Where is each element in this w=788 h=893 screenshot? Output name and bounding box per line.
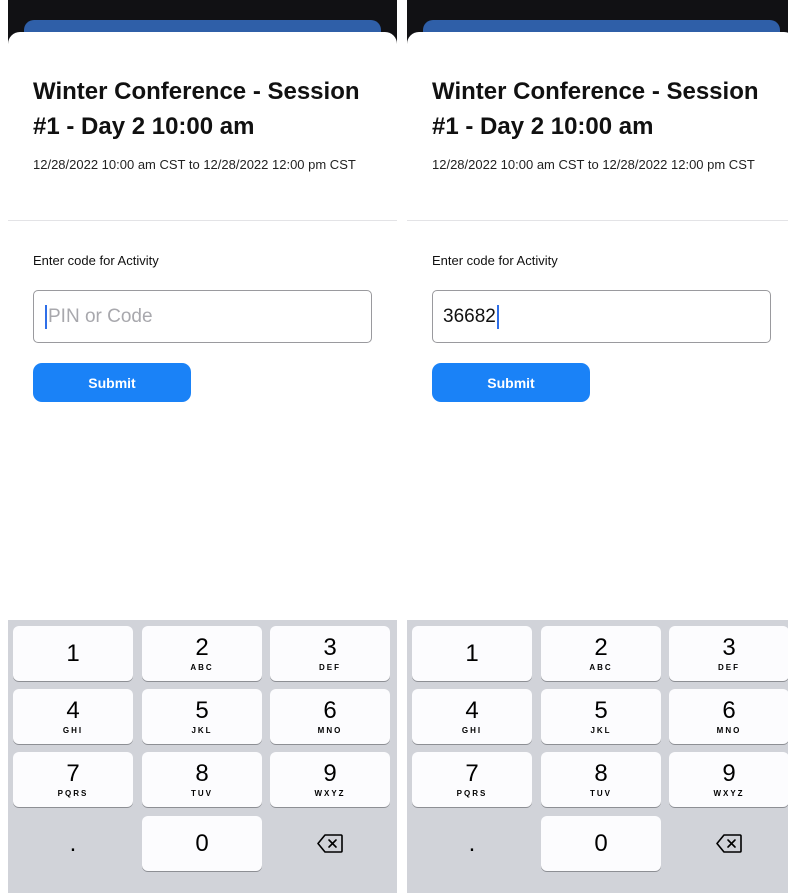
delete-backspace-icon (716, 834, 742, 853)
divider (8, 220, 397, 221)
session-dates: 12/28/2022 10:00 am CST to 12/28/2022 12… (432, 157, 755, 172)
session-dates: 12/28/2022 10:00 am CST to 12/28/2022 12… (33, 157, 356, 172)
key-6[interactable]: 6 MNO (669, 689, 788, 744)
key-0[interactable]: 0 (142, 816, 262, 871)
key-4[interactable]: 4 GHI (412, 689, 532, 744)
activity-sheet: Winter Conference - Session #1 - Day 2 1… (407, 32, 788, 893)
key-5[interactable]: 5 JKL (142, 689, 262, 744)
code-input[interactable]: PIN or Code (33, 290, 372, 343)
key-dot[interactable]: . (412, 816, 532, 871)
key-0[interactable]: 0 (541, 816, 661, 871)
session-title: Winter Conference - Session #1 - Day 2 1… (33, 78, 360, 140)
key-dot[interactable]: . (13, 816, 133, 871)
text-caret (496, 304, 499, 329)
code-placeholder: PIN or Code (48, 305, 153, 327)
key-5[interactable]: 5 JKL (541, 689, 661, 744)
delete-backspace-icon (317, 834, 343, 853)
key-1[interactable]: 1 (412, 626, 532, 681)
key-3[interactable]: 3 DEF (270, 626, 390, 681)
key-9[interactable]: 9 WXYZ (270, 752, 390, 807)
delete-key[interactable] (270, 816, 390, 871)
key-4[interactable]: 4 GHI (13, 689, 133, 744)
numeric-keypad: 1 2 ABC 3 DEF 4 GHI 5 JKL 6 MNO 7 PQRS 8 TUV 9W… (407, 620, 788, 893)
session-title: Winter Conference - Session #1 - Day 2 1… (432, 78, 759, 140)
key-2[interactable]: 2 ABC (541, 626, 661, 681)
activity-sheet: Winter Conference - Session #1 - Day 2 1… (8, 32, 397, 893)
divider (407, 220, 788, 221)
delete-key[interactable] (669, 816, 788, 871)
key-7[interactable]: 7 PQRS (13, 752, 133, 807)
key-1[interactable]: 1 (13, 626, 133, 681)
code-value: 36682 (443, 305, 496, 327)
key-3[interactable]: 3 DEF (669, 626, 788, 681)
key-7[interactable]: 7 PQRS (412, 752, 532, 807)
submit-button[interactable]: Submit (33, 363, 191, 402)
key-2[interactable]: 2 ABC (142, 626, 262, 681)
screen-code-entered: Winter Conference - Session #1 - Day 2 1… (407, 0, 788, 893)
code-label: Enter code for Activity (33, 253, 159, 268)
key-8[interactable]: 8 TUV (142, 752, 262, 807)
key-6[interactable]: 6 MNO (270, 689, 390, 744)
text-caret (45, 304, 47, 329)
submit-button[interactable]: Submit (432, 363, 590, 402)
screen-empty-code: Winter Conference - Session #1 - Day 2 1… (8, 0, 397, 893)
code-input[interactable]: 36682 (432, 290, 771, 343)
code-label: Enter code for Activity (432, 253, 558, 268)
key-8[interactable]: 8 TUV (541, 752, 661, 807)
numeric-keypad: 1 2 ABC 3 DEF 4 GHI 5 JKL 6 MNO 7 PQRS 8 TUV 9W… (8, 620, 397, 893)
key-9[interactable]: 9 WXYZ (669, 752, 788, 807)
